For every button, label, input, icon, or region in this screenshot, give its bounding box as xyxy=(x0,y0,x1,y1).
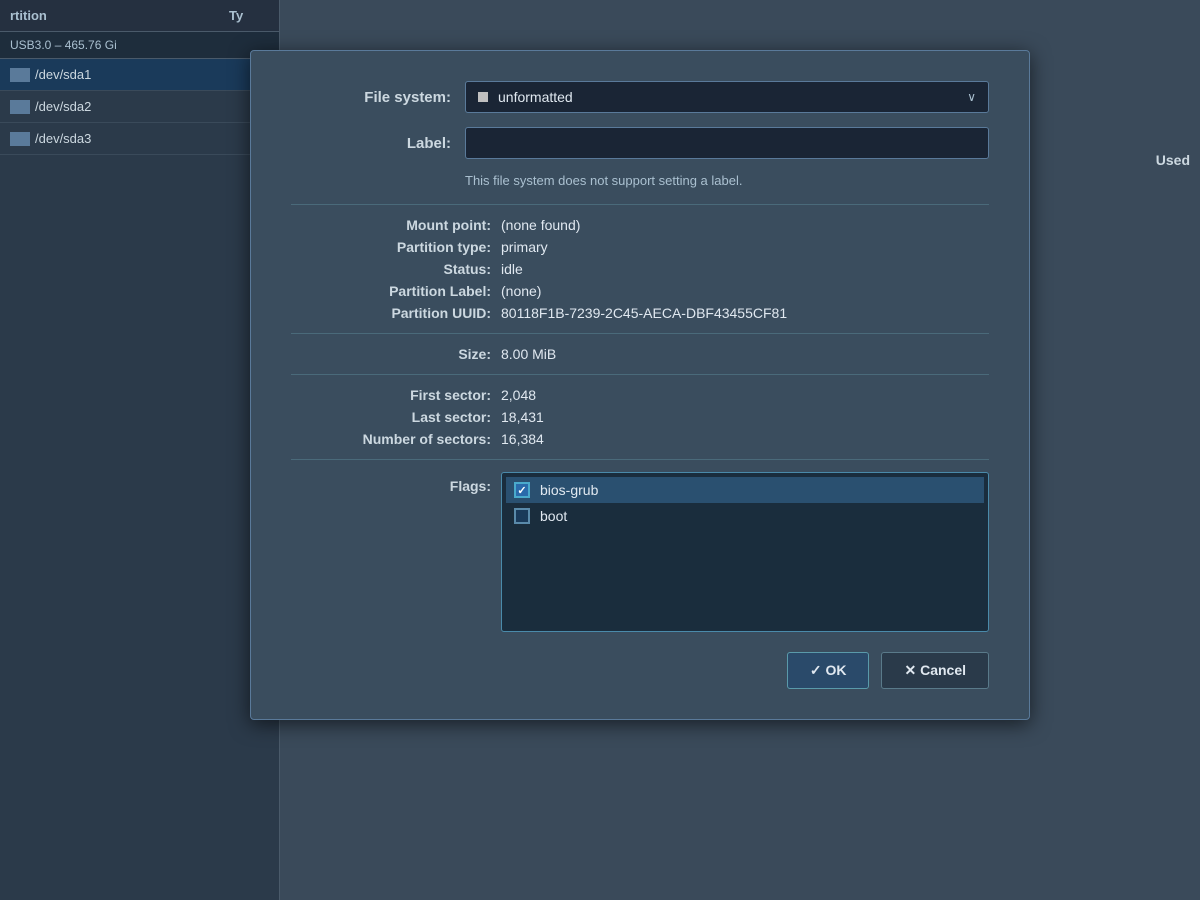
partition-label-label: Partition Label: xyxy=(291,283,491,299)
status-row: Status: idle xyxy=(291,261,989,277)
partition-label-value: (none) xyxy=(501,283,541,299)
label-field-label: Label: xyxy=(291,135,451,152)
partition-row-sda2[interactable]: /dev/sda2 xyxy=(0,91,279,123)
type-col-header: Ty xyxy=(229,8,269,23)
first-sector-row: First sector: 2,048 xyxy=(291,387,989,403)
flag-label-bios-grub: bios-grub xyxy=(540,482,598,498)
num-sectors-value: 16,384 xyxy=(501,431,544,447)
button-row: ✓ OK ✕ Cancel xyxy=(291,652,989,689)
last-sector-row: Last sector: 18,431 xyxy=(291,409,989,425)
sector-section: First sector: 2,048 Last sector: 18,431 … xyxy=(291,387,989,447)
label-helper-text: This file system does not support settin… xyxy=(465,173,989,188)
divider-2 xyxy=(291,333,989,334)
flags-section: Flags: bios-grub boot xyxy=(291,472,989,632)
size-row: Size: 8.00 MiB xyxy=(291,346,989,362)
partition-type-label: Partition type: xyxy=(291,239,491,255)
flag-checkbox-boot[interactable] xyxy=(514,508,530,524)
partition-type-value: primary xyxy=(501,239,548,255)
size-section: Size: 8.00 MiB xyxy=(291,346,989,362)
filesystem-dot-icon xyxy=(478,92,488,102)
label-row: Label: xyxy=(291,127,989,159)
flags-list: bios-grub boot xyxy=(501,472,989,632)
partition-edit-dialog: File system: unformatted ∨ Label: This f… xyxy=(250,50,1030,720)
flag-label-boot: boot xyxy=(540,508,567,524)
label-input[interactable] xyxy=(465,127,989,159)
partition-name-sda1: /dev/sda1 xyxy=(35,67,269,82)
partition-type-indicator-2 xyxy=(10,100,30,114)
partition-col-header: rtition xyxy=(10,8,229,23)
ok-button[interactable]: ✓ OK xyxy=(787,652,870,689)
uuid-label: Partition UUID: xyxy=(291,305,491,321)
first-sector-label: First sector: xyxy=(291,387,491,403)
partition-type-indicator xyxy=(10,68,30,82)
status-value: idle xyxy=(501,261,523,277)
mount-point-value: (none found) xyxy=(501,217,580,233)
mount-point-label: Mount point: xyxy=(291,217,491,233)
size-value: 8.00 MiB xyxy=(501,346,556,362)
cancel-button[interactable]: ✕ Cancel xyxy=(881,652,989,689)
partition-label-row: Partition Label: (none) xyxy=(291,283,989,299)
flag-item-boot[interactable]: boot xyxy=(506,503,984,529)
mount-point-row: Mount point: (none found) xyxy=(291,217,989,233)
filesystem-dropdown[interactable]: unformatted ∨ xyxy=(465,81,989,113)
label-input-wrapper xyxy=(465,127,989,159)
partition-sidebar: rtition Ty USB3.0 – 465.76 Gi /dev/sda1 … xyxy=(0,0,280,900)
info-section: Mount point: (none found) Partition type… xyxy=(291,217,989,321)
size-label: Size: xyxy=(291,346,491,362)
partition-name-sda3: /dev/sda3 xyxy=(35,131,269,146)
partition-row-sda1[interactable]: /dev/sda1 xyxy=(0,59,279,91)
status-label: Status: xyxy=(291,261,491,277)
filesystem-dropdown-wrapper: unformatted ∨ xyxy=(465,81,989,113)
flag-item-bios-grub[interactable]: bios-grub xyxy=(506,477,984,503)
used-column-header: Used xyxy=(1068,152,1200,168)
uuid-row: Partition UUID: 80118F1B-7239-2C45-AECA-… xyxy=(291,305,989,321)
first-sector-value: 2,048 xyxy=(501,387,536,403)
last-sector-label: Last sector: xyxy=(291,409,491,425)
uuid-value: 80118F1B-7239-2C45-AECA-DBF43455CF81 xyxy=(501,305,787,321)
flag-checkbox-bios-grub[interactable] xyxy=(514,482,530,498)
filesystem-row: File system: unformatted ∨ xyxy=(291,81,989,113)
last-sector-value: 18,431 xyxy=(501,409,544,425)
filesystem-value: unformatted xyxy=(498,89,573,105)
divider-4 xyxy=(291,459,989,460)
filesystem-label: File system: xyxy=(291,89,451,106)
chevron-down-icon: ∨ xyxy=(967,90,976,104)
partition-type-indicator-3 xyxy=(10,132,30,146)
divider-1 xyxy=(291,204,989,205)
divider-3 xyxy=(291,374,989,375)
flags-label: Flags: xyxy=(291,472,491,494)
num-sectors-row: Number of sectors: 16,384 xyxy=(291,431,989,447)
sidebar-header: rtition Ty xyxy=(0,0,279,32)
partition-type-row: Partition type: primary xyxy=(291,239,989,255)
partition-row-sda3[interactable]: /dev/sda3 xyxy=(0,123,279,155)
partition-name-sda2: /dev/sda2 xyxy=(35,99,269,114)
disk-label: USB3.0 – 465.76 Gi xyxy=(0,32,279,59)
num-sectors-label: Number of sectors: xyxy=(291,431,491,447)
